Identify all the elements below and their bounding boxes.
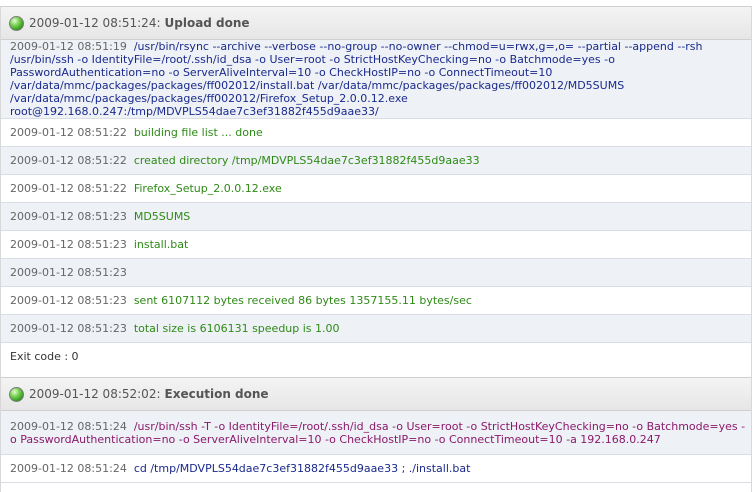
upload-timestamp: 2009-01-12 08:51:24: xyxy=(29,16,161,30)
log-timestamp: 2009-01-12 08:51:23 xyxy=(10,322,127,335)
upload-title: Upload done xyxy=(164,16,250,30)
green-status-icon xyxy=(9,386,24,402)
log-timestamp: 2009-01-12 08:51:22 xyxy=(10,182,127,195)
log-timestamp: 2009-01-12 08:51:23 xyxy=(10,210,127,223)
upload-section-header: 2009-01-12 08:51:24: Upload done xyxy=(1,6,751,40)
log-row: 2009-01-12 08:51:22 created directory /t… xyxy=(1,147,751,175)
log-timestamp: 2009-01-12 08:51:23 xyxy=(10,238,127,251)
log-row: 2009-01-12 08:51:23 total size is 610613… xyxy=(1,315,751,343)
execution-title: Execution done xyxy=(164,387,269,401)
log-timestamp: 2009-01-12 08:51:22 xyxy=(10,126,127,139)
log-timestamp: 2009-01-12 08:51:22 xyxy=(10,154,127,167)
log-timestamp: 2009-01-12 08:51:19 xyxy=(10,40,127,53)
log-text: cd /tmp/MDVPLS54dae7c3ef31882f455d9aae33… xyxy=(133,462,471,475)
green-status-icon xyxy=(9,15,24,31)
log-row: 2009-01-12 08:51:23 xyxy=(1,259,751,287)
log-row: 2009-01-12 08:51:23 MD5SUMS xyxy=(1,203,751,231)
execution-timestamp: 2009-01-12 08:52:02: xyxy=(29,387,161,401)
log-timestamp: 2009-01-12 08:51:23 xyxy=(10,294,127,307)
log-row: 2009-01-12 08:51:19 /usr/bin/rsync --arc… xyxy=(1,40,751,119)
log-row: 2009-01-12 08:51:23 install.bat xyxy=(1,231,751,259)
log-text: MD5SUMS xyxy=(133,210,191,223)
log-text: building file list ... done xyxy=(133,126,263,139)
log-panel: 2009-01-12 08:51:24: Upload done 2009-01… xyxy=(0,6,752,492)
log-text: created directory /tmp/MDVPLS54dae7c3ef3… xyxy=(133,154,480,167)
log-text: install.bat xyxy=(133,238,189,251)
log-timestamp: 2009-01-12 08:51:23 xyxy=(10,266,127,279)
log-text: total size is 6106131 speedup is 1.00 xyxy=(133,322,340,335)
log-row: 2009-01-12 08:51:22 building file list .… xyxy=(1,119,751,147)
log-timestamp: 2009-01-12 08:51:24 xyxy=(10,462,127,475)
log-row: 2009-01-12 08:51:24 /usr/bin/ssh -T -o I… xyxy=(1,411,751,455)
log-text: Firefox_Setup_2.0.0.12.exe xyxy=(133,182,282,195)
log-timestamp: 2009-01-12 08:51:24 xyxy=(10,419,127,433)
log-row: 2009-01-12 08:51:23 sent 6107112 bytes r… xyxy=(1,287,751,315)
exit-code: Exit code : 0 xyxy=(10,350,79,363)
log-row: 2009-01-12 08:51:22 Firefox_Setup_2.0.0.… xyxy=(1,175,751,203)
log-text: sent 6107112 bytes received 86 bytes 135… xyxy=(133,294,472,307)
execution-section-header: 2009-01-12 08:52:02: Execution done xyxy=(1,377,751,411)
log-row: 2009-01-12 08:51:24 cd /tmp/MDVPLS54dae7… xyxy=(1,455,751,483)
